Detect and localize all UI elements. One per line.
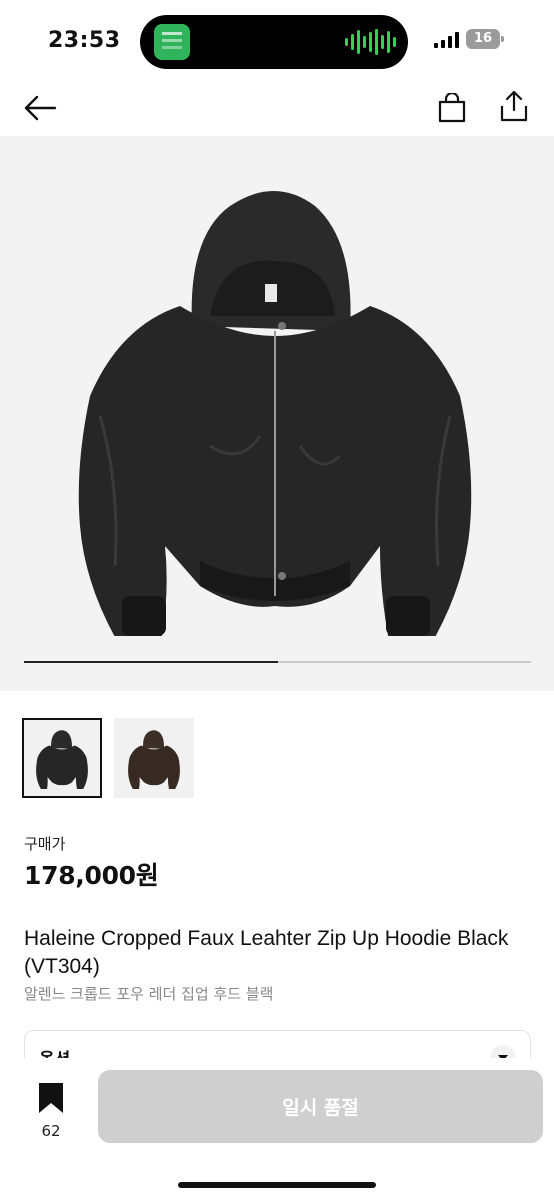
product-photo-black-hoodie [78, 191, 472, 636]
cellular-signal-icon [434, 32, 459, 48]
app-activity-icon [154, 24, 190, 60]
bookmark-icon [39, 1083, 63, 1113]
thumbnail-black-hoodie-image [36, 730, 88, 789]
share-icon [500, 90, 528, 122]
home-indicator [178, 1182, 376, 1188]
thumbnail-brown-hoodie-image [128, 730, 180, 789]
status-bar: 23:53 16 [0, 0, 554, 80]
back-button[interactable] [20, 88, 60, 128]
wishlist-count: 62 [41, 1122, 61, 1140]
cart-button[interactable] [432, 88, 472, 128]
top-navigation [0, 80, 554, 136]
battery-indicator: 16 [466, 29, 504, 49]
share-button[interactable] [494, 86, 534, 126]
soldout-button[interactable]: 일시 품절 [98, 1070, 543, 1143]
price-label: 구매가 [24, 835, 66, 853]
carousel-progress-fill [24, 661, 278, 663]
thumbnail-brown[interactable] [114, 718, 194, 798]
wishlist-button[interactable]: 62 [26, 1082, 76, 1140]
status-time: 23:53 [48, 28, 121, 53]
arrow-left-icon [24, 95, 57, 121]
thumbnail-black[interactable] [22, 718, 102, 798]
product-title: Haleine Cropped Faux Leahter Zip Up Hood… [24, 927, 509, 978]
dynamic-island[interactable] [140, 15, 408, 69]
bottom-action-bar: 62 일시 품절 [0, 1058, 554, 1200]
carousel-progress-bar [24, 661, 531, 663]
product-subtitle: 알렌느 크롭드 포우 레더 집업 후드 블랙 [24, 985, 274, 1003]
thumbnail-list [22, 718, 194, 798]
product-image-carousel[interactable] [0, 136, 554, 691]
audio-waveform-icon [345, 29, 396, 55]
price-value: 178,000원 [24, 861, 159, 890]
shopping-bag-icon [438, 93, 466, 123]
